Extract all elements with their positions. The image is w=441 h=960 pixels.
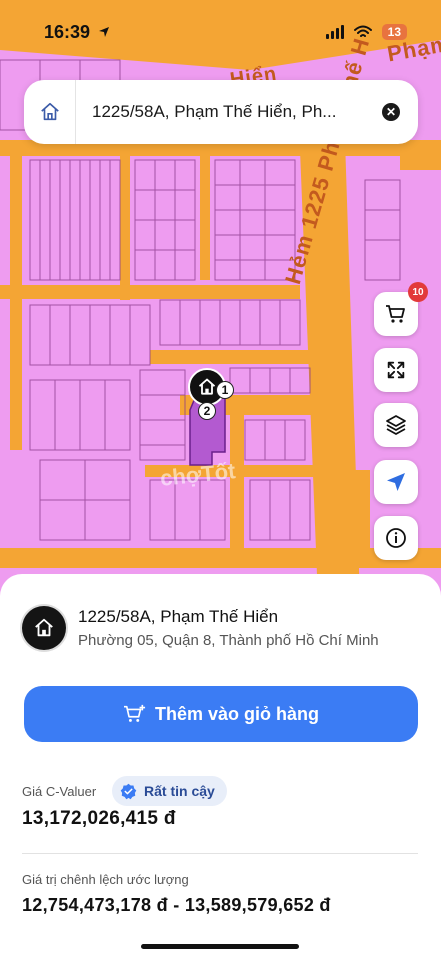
- close-icon: ✕: [385, 105, 397, 119]
- clock: 16:39: [44, 22, 91, 42]
- locate-button[interactable]: [374, 460, 418, 504]
- cart-button[interactable]: 10: [374, 282, 428, 336]
- map-marker-2[interactable]: 2: [198, 402, 216, 420]
- valuation-label: Giá C-Valuer: [22, 784, 97, 799]
- home-avatar-icon: [22, 606, 66, 650]
- address-row: 1225/58A, Phạm Thế Hiển Phường 05, Quận …: [22, 606, 379, 650]
- divider: [22, 853, 418, 854]
- search-bar[interactable]: 1225/58A, Phạm Thế Hiển, Ph... ✕: [24, 80, 418, 144]
- status-time: 16:39: [44, 22, 110, 43]
- map-marker-1[interactable]: 1: [216, 381, 234, 399]
- expand-button[interactable]: [374, 348, 418, 392]
- home-icon: [198, 378, 216, 395]
- clear-search-button[interactable]: ✕: [382, 103, 400, 121]
- add-to-cart-button[interactable]: Thêm vào giỏ hàng: [24, 686, 418, 742]
- add-to-cart-label: Thêm vào giỏ hàng: [154, 703, 319, 724]
- search-input[interactable]: 1225/58A, Phạm Thế Hiển, Ph...: [76, 102, 382, 122]
- address-title: 1225/58A, Phạm Thế Hiển: [78, 607, 279, 626]
- address-subtitle: Phường 05, Quận 8, Thành phố Hồ Chí Minh: [78, 632, 379, 649]
- verified-check-icon: [120, 783, 137, 799]
- cart-icon: [386, 305, 405, 323]
- info-button[interactable]: [374, 516, 418, 560]
- expand-icon: [387, 361, 405, 379]
- range-value: 12,754,473,178 đ - 13,589,579,652 đ: [22, 895, 331, 915]
- search-home-button[interactable]: [24, 80, 76, 144]
- status-bar: 16:39 13: [0, 0, 441, 62]
- range-label: Giá trị chênh lệch ước lượng: [22, 872, 189, 887]
- wifi-icon: [353, 25, 372, 37]
- location-arrow-icon: [99, 27, 110, 37]
- cart-plus-icon: [123, 704, 146, 722]
- trust-badge: Rất tin cậy: [112, 776, 227, 806]
- locate-icon: [387, 473, 405, 491]
- battery-icon: 13: [381, 24, 407, 40]
- trust-badge-label: Rất tin cậy: [144, 783, 215, 799]
- layers-icon: [386, 415, 406, 435]
- home-indicator: [141, 944, 299, 949]
- property-sheet: 1225/58A, Phạm Thế Hiển Phường 05, Quận …: [0, 574, 441, 960]
- cart-count-badge: 10: [408, 282, 428, 302]
- home-outline-icon: [40, 102, 59, 121]
- valuation-value: 13,172,026,415 đ: [22, 808, 176, 829]
- info-icon: [386, 528, 406, 548]
- layers-button[interactable]: [374, 403, 418, 447]
- signal-icon: [325, 25, 344, 39]
